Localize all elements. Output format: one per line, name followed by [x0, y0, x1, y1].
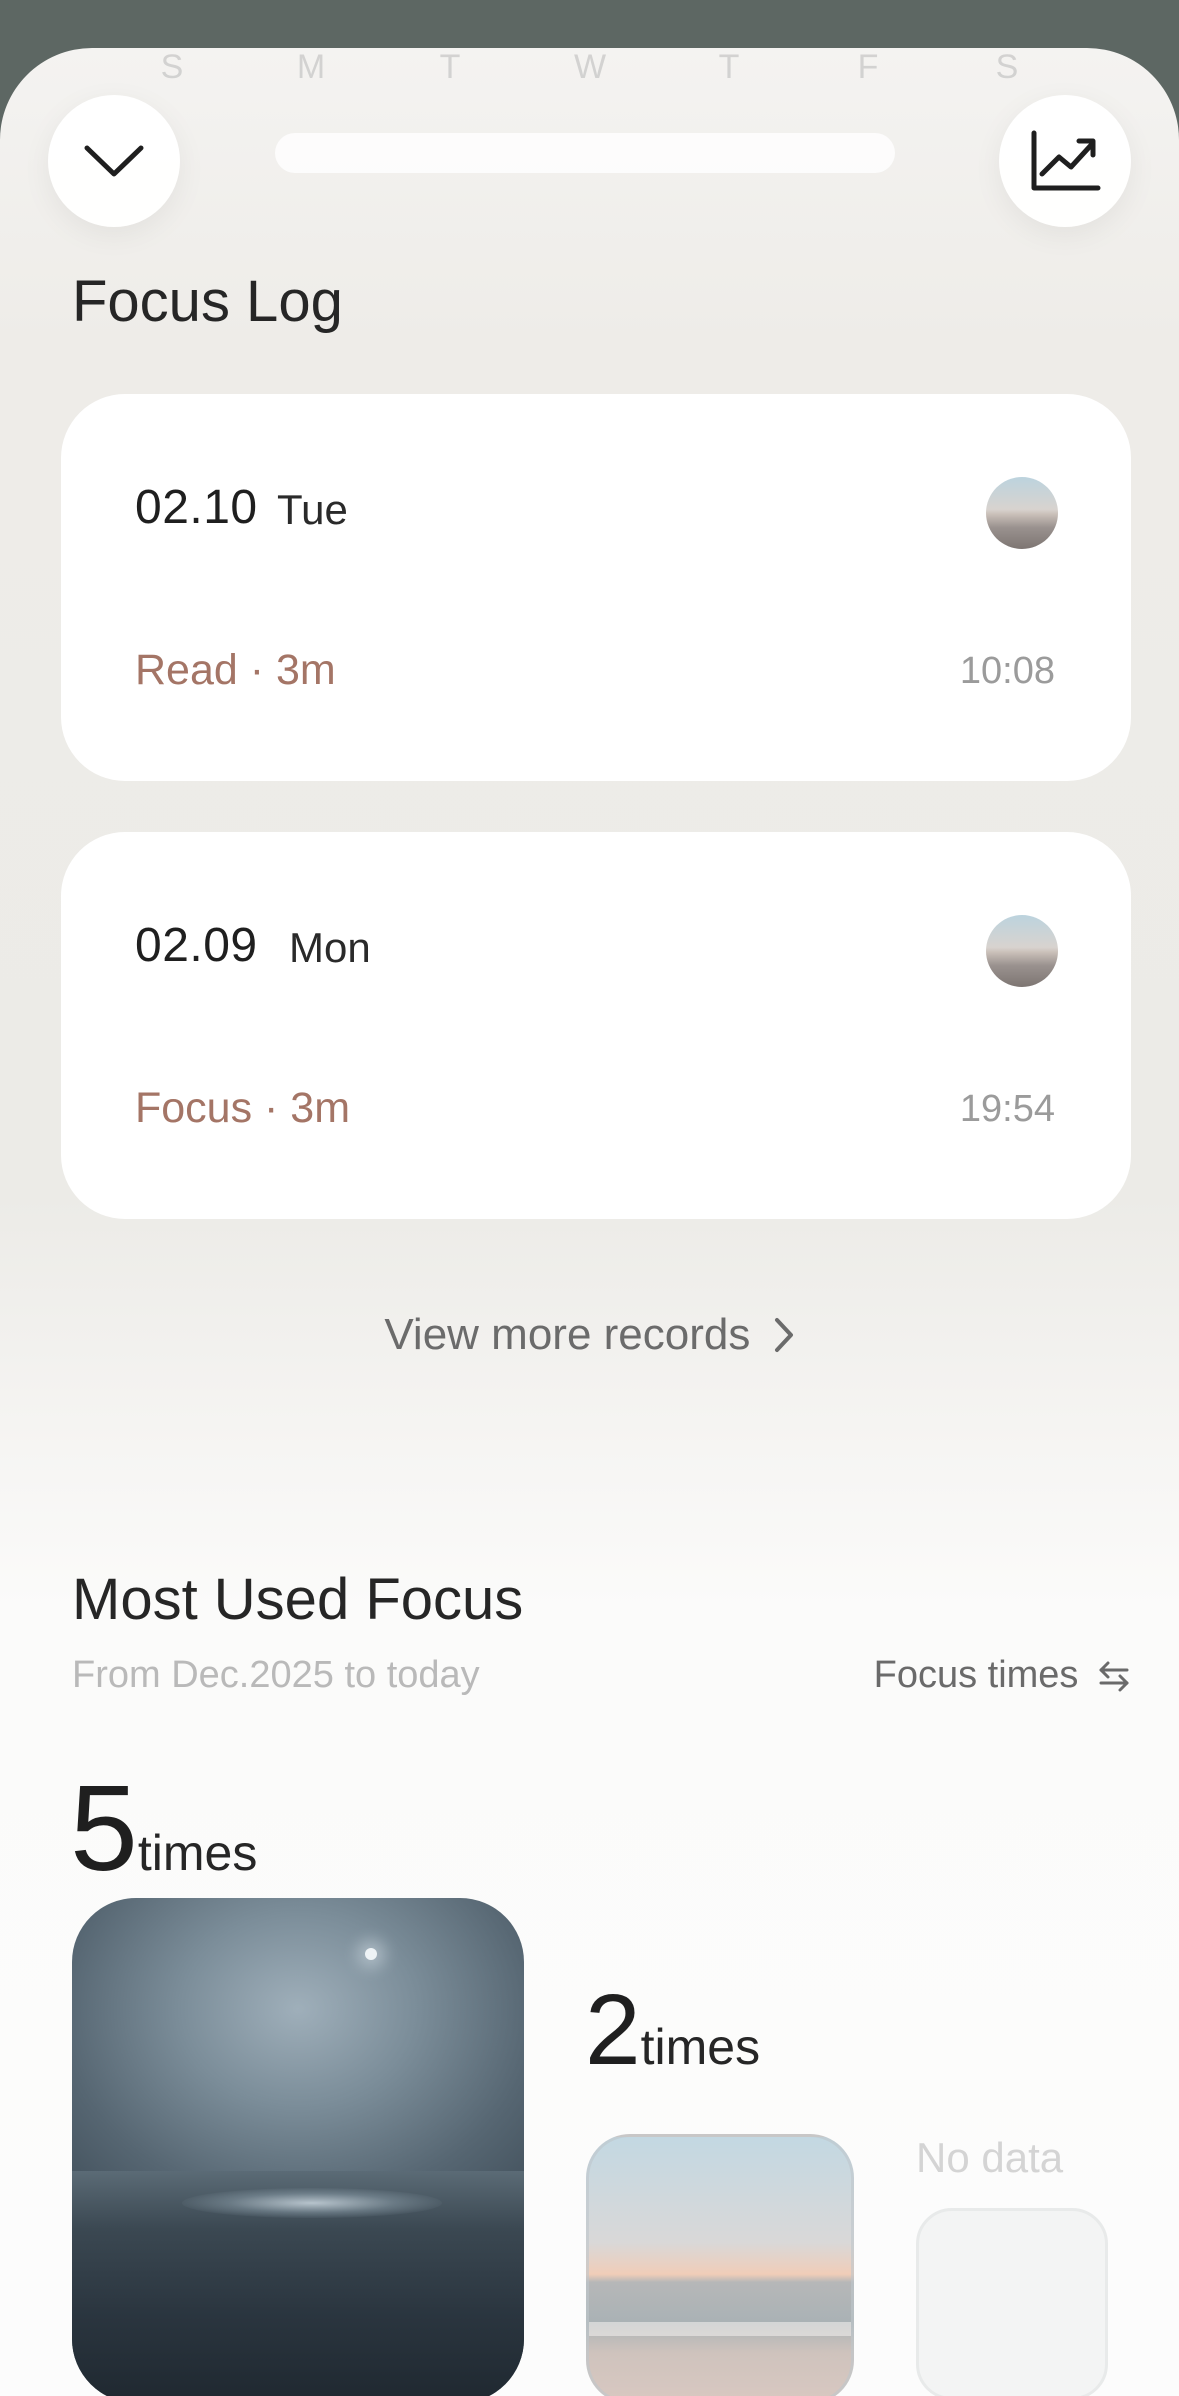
metric-switch-label: Focus times	[873, 1654, 1079, 1696]
count-unit: times	[137, 1825, 258, 1881]
weekday-letter: T	[718, 48, 740, 86]
night-sea-scene-tile[interactable]	[72, 1898, 524, 2396]
weekday-letter: M	[296, 48, 326, 86]
empty-scene-tile	[916, 2208, 1108, 2396]
weekday-letter: S	[160, 48, 184, 86]
focus-record-card[interactable]: 02.09 Mon Focus · 3m 19:54	[61, 832, 1131, 1219]
weekday-letter: S	[995, 48, 1019, 86]
top-focus-count: 5times	[70, 1758, 257, 1898]
focus-record-card[interactable]: 02.10 Tue Read · 3m 10:08	[61, 394, 1131, 781]
record-weekday: Mon	[289, 924, 371, 971]
most-used-focus-title: Most Used Focus	[72, 1567, 524, 1632]
record-time: 10:08	[959, 650, 1055, 692]
moonlight-reflection	[182, 2188, 442, 2218]
weekday-letter: F	[857, 48, 879, 86]
second-focus-count: 2times	[585, 1973, 760, 2088]
scene-thumbnail	[986, 477, 1058, 549]
view-more-records-link[interactable]: View more records	[0, 1310, 1179, 1360]
shore-foam	[589, 2322, 851, 2336]
metric-switch-button[interactable]: Focus times	[874, 1654, 1131, 1697]
statistics-button[interactable]	[999, 95, 1131, 227]
trend-chart-icon	[1031, 130, 1101, 191]
view-more-label: View more records	[384, 1310, 751, 1359]
scene-thumbnail	[986, 915, 1058, 987]
record-weekday: Tue	[277, 486, 348, 533]
record-activity: Focus · 3m	[135, 1084, 351, 1132]
week-progress-bar	[275, 133, 895, 173]
chevron-right-icon	[774, 1318, 793, 1352]
count-value: 5	[70, 1760, 138, 1896]
record-date: 02.09	[135, 919, 258, 972]
record-date: 02.10	[135, 481, 258, 534]
beach-scene-tile[interactable]	[586, 2134, 854, 2396]
weekday-letter: W	[573, 48, 607, 86]
focus-log-title: Focus Log	[72, 269, 343, 334]
count-unit: times	[640, 2019, 761, 2075]
date-range-subtitle: From Dec.2025 to today	[72, 1654, 480, 1696]
chevron-down-icon	[84, 145, 144, 177]
record-time: 19:54	[959, 1088, 1055, 1130]
record-activity: Read · 3m	[135, 646, 336, 694]
collapse-button[interactable]	[48, 95, 180, 227]
weekday-letter: T	[439, 48, 461, 86]
moon	[365, 1948, 377, 1960]
swap-arrows-icon	[1099, 1661, 1129, 1692]
focus-stats-sheet: S M T W T F S Focus Log 02.10 Tue Read ·…	[0, 48, 1179, 2396]
no-data-label: No data	[916, 2134, 1064, 2181]
count-value: 2	[585, 1974, 641, 2086]
